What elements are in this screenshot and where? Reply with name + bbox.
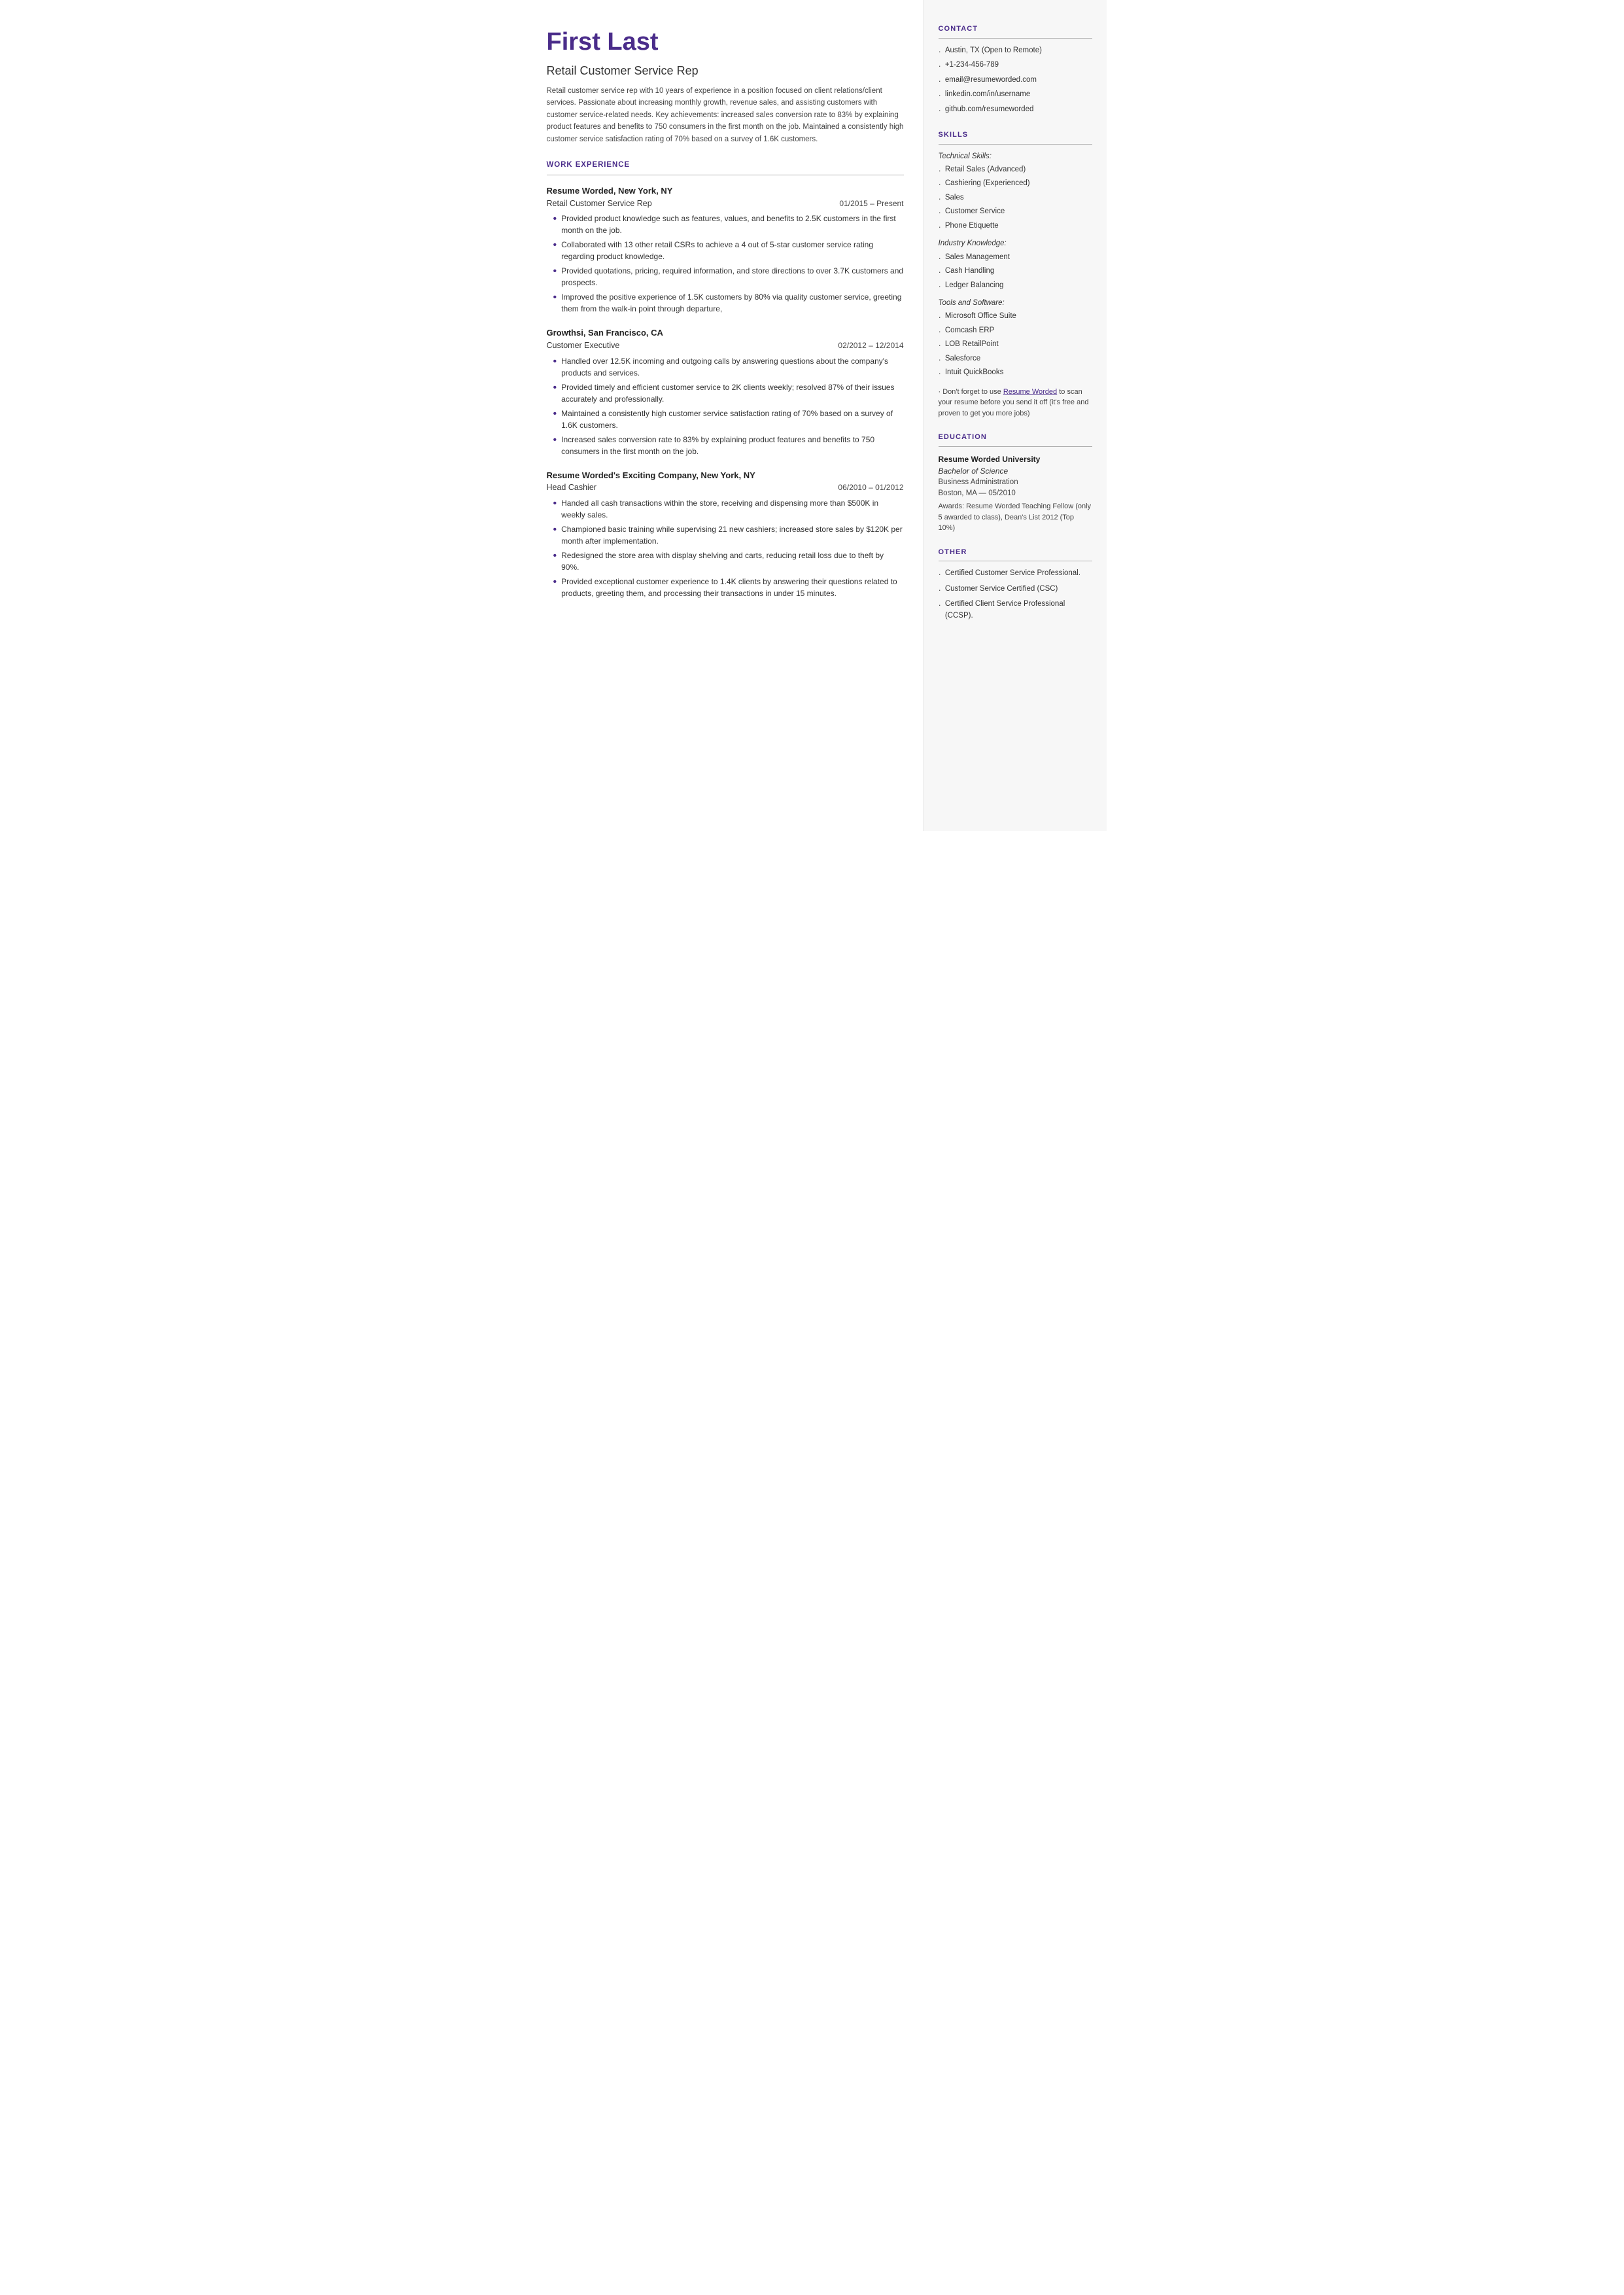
- skills-section: SKILLS Technical Skills: · Retail Sales …: [939, 130, 1092, 419]
- contact-bullet: ·: [939, 45, 941, 58]
- edu-school: Resume Worded University: [939, 453, 1092, 465]
- edu-date: Boston, MA — 05/2010: [939, 488, 1092, 499]
- contact-bullet: ·: [939, 89, 941, 102]
- job-position-row-3: Head Cashier 06/2010 – 01/2012: [547, 482, 904, 494]
- other-item-2: · Certified Client Service Professional …: [939, 599, 1092, 622]
- rw-link[interactable]: Resume Worded: [1003, 388, 1057, 396]
- skills-divider: [939, 144, 1092, 145]
- other-section: OTHER · Certified Customer Service Profe…: [939, 547, 1092, 622]
- other-item-1: · Customer Service Certified (CSC): [939, 584, 1092, 597]
- bullet-dot: •: [553, 496, 557, 512]
- bullet-3-2: • Redesigned the store area with display…: [553, 550, 904, 573]
- bullet-2-0: • Handled over 12.5K incoming and outgoi…: [553, 355, 904, 379]
- contact-bullet: ·: [939, 75, 941, 88]
- skill-industry-1: · Cash Handling: [939, 266, 1092, 279]
- contact-header: CONTACT: [939, 24, 1092, 35]
- job-position-row-1: Retail Customer Service Rep 01/2015 – Pr…: [547, 198, 904, 210]
- education-header: EDUCATION: [939, 432, 1092, 443]
- job-title-row-3: Resume Worded's Exciting Company, New Yo…: [547, 469, 904, 482]
- bullet-dot: •: [553, 406, 557, 422]
- skills-header: SKILLS: [939, 130, 1092, 141]
- bullet-1-1: • Collaborated with 13 other retail CSRs…: [553, 239, 904, 262]
- bullet-dot: •: [553, 290, 557, 306]
- bullet-1-0: • Provided product knowledge such as fea…: [553, 213, 904, 236]
- skill-tech-0: · Retail Sales (Advanced): [939, 164, 1092, 177]
- contact-section: CONTACT · Austin, TX (Open to Remote) · …: [939, 24, 1092, 116]
- bullets-1: • Provided product knowledge such as fea…: [553, 213, 904, 315]
- bullet-2-1: • Provided timely and efficient customer…: [553, 381, 904, 405]
- bullet-3-1: • Championed basic training while superv…: [553, 523, 904, 547]
- tools-label: Tools and Software:: [939, 298, 1092, 309]
- name: First Last: [547, 24, 904, 61]
- edu-awards: Awards: Resume Worded Teaching Fellow (o…: [939, 501, 1092, 534]
- bullet-3-0: • Handed all cash transactions within th…: [553, 497, 904, 521]
- job-block-2: Growthsi, San Francisco, CA Customer Exe…: [547, 326, 904, 457]
- work-experience-header: WORK EXPERIENCE: [547, 160, 904, 171]
- contact-divider: [939, 38, 1092, 39]
- bullet-2-2: • Maintained a consistently high custome…: [553, 408, 904, 431]
- resume-page: First Last Retail Customer Service Rep R…: [518, 0, 1107, 831]
- edu-field: Business Administration: [939, 477, 1092, 488]
- company-2: Growthsi, San Francisco, CA: [547, 326, 663, 340]
- job-title-row-2: Growthsi, San Francisco, CA: [547, 326, 904, 340]
- date-2: 02/2012 – 12/2014: [838, 340, 903, 351]
- bullet-dot: •: [553, 432, 557, 448]
- bullets-3: • Handed all cash transactions within th…: [553, 497, 904, 599]
- bullet-1-2: • Provided quotations, pricing, required…: [553, 265, 904, 289]
- skill-industry-0: · Sales Management: [939, 252, 1092, 265]
- job-title: Retail Customer Service Rep: [547, 62, 904, 80]
- left-column: First Last Retail Customer Service Rep R…: [518, 0, 924, 831]
- bullet-dot: •: [553, 264, 557, 279]
- skill-industry-2: · Ledger Balancing: [939, 280, 1092, 293]
- skill-tech-3: · Customer Service: [939, 206, 1092, 219]
- contact-item-2: · email@resumeworded.com: [939, 75, 1092, 88]
- bullet-2-3: • Increased sales conversion rate to 83%…: [553, 434, 904, 457]
- skill-tool-0: · Microsoft Office Suite: [939, 311, 1092, 324]
- contact-item-1: · +1-234-456-789: [939, 60, 1092, 73]
- job-block-1: Resume Worded, New York, NY Retail Custo…: [547, 184, 904, 315]
- bullet-dot: •: [553, 548, 557, 564]
- rw-note: · Don't forget to use Resume Worded to s…: [939, 387, 1092, 419]
- job-position-row-2: Customer Executive 02/2012 – 12/2014: [547, 340, 904, 352]
- skill-tool-1: · Comcash ERP: [939, 325, 1092, 338]
- skill-tool-2: · LOB RetailPoint: [939, 339, 1092, 352]
- company-3: Resume Worded's Exciting Company, New Yo…: [547, 469, 755, 482]
- right-column: CONTACT · Austin, TX (Open to Remote) · …: [924, 0, 1107, 831]
- other-header: OTHER: [939, 547, 1092, 558]
- bullet-dot: •: [553, 522, 557, 538]
- bullet-1-3: • Improved the positive experience of 1.…: [553, 291, 904, 315]
- position-3: Head Cashier: [547, 482, 596, 494]
- skill-tech-2: · Sales: [939, 192, 1092, 205]
- skill-tech-1: · Cashiering (Experienced): [939, 178, 1092, 191]
- bullet-dot: •: [553, 211, 557, 227]
- job-title-row-1: Resume Worded, New York, NY: [547, 184, 904, 198]
- bullet-dot: •: [553, 574, 557, 590]
- industry-label: Industry Knowledge:: [939, 238, 1092, 249]
- date-1: 01/2015 – Present: [839, 198, 903, 209]
- technical-label: Technical Skills:: [939, 151, 1092, 162]
- bullets-2: • Handled over 12.5K incoming and outgoi…: [553, 355, 904, 457]
- company-1: Resume Worded, New York, NY: [547, 184, 673, 198]
- skill-tool-4: · Intuit QuickBooks: [939, 367, 1092, 380]
- education-section: EDUCATION Resume Worded University Bache…: [939, 432, 1092, 534]
- other-item-0: · Certified Customer Service Professiona…: [939, 568, 1092, 581]
- bullet-dot: •: [553, 237, 557, 253]
- skill-tech-4: · Phone Etiquette: [939, 220, 1092, 234]
- position-1: Retail Customer Service Rep: [547, 198, 652, 210]
- education-divider: [939, 446, 1092, 447]
- job-block-3: Resume Worded's Exciting Company, New Yo…: [547, 469, 904, 599]
- edu-degree: Bachelor of Science: [939, 465, 1092, 477]
- bullet-dot: •: [553, 380, 557, 396]
- date-3: 06/2010 – 01/2012: [838, 482, 903, 493]
- contact-item-4: · github.com/resumeworded: [939, 104, 1092, 117]
- contact-item-0: · Austin, TX (Open to Remote): [939, 45, 1092, 58]
- position-2: Customer Executive: [547, 340, 620, 352]
- bullet-3-3: • Provided exceptional customer experien…: [553, 576, 904, 599]
- contact-bullet: ·: [939, 104, 941, 117]
- contact-bullet: ·: [939, 60, 941, 73]
- skill-tool-3: · Salesforce: [939, 353, 1092, 366]
- summary: Retail customer service rep with 10 year…: [547, 85, 904, 145]
- bullet-dot: •: [553, 354, 557, 370]
- contact-item-3: · linkedin.com/in/username: [939, 89, 1092, 102]
